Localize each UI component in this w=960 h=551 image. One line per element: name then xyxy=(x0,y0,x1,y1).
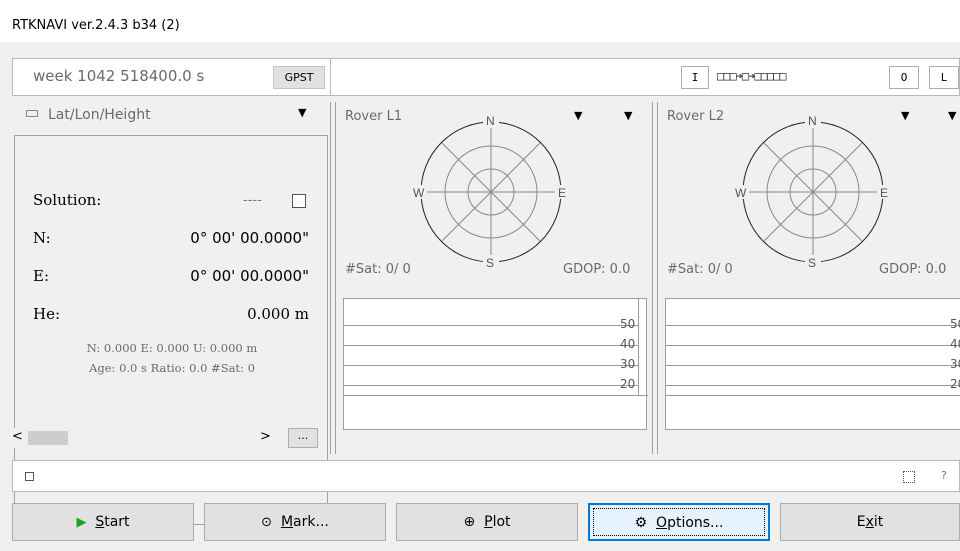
snr-tick-label: 50 xyxy=(620,317,636,331)
mark-button[interactable]: ⊙ Mark... xyxy=(204,503,386,541)
rover-l1-snr-chart: 50 40 30 20 xyxy=(343,298,648,430)
input-stream-button[interactable]: I xyxy=(681,66,709,89)
north-label: N: xyxy=(33,229,51,247)
compass-n-label: N xyxy=(808,114,817,128)
snr-tick-label: 20 xyxy=(620,377,636,391)
solution-type-label: Lat/Lon/Height xyxy=(48,107,151,123)
rover-l2-skyplot: N E S W xyxy=(735,114,891,270)
target-icon: ⊙ xyxy=(261,515,273,530)
rover-l2-nsat: #Sat: 0/ 0 xyxy=(667,262,733,277)
more-button[interactable]: ... xyxy=(288,428,318,448)
rover-l2-gdop: GDOP: 0.0 xyxy=(879,262,947,277)
plot-button[interactable]: ⊕ Plot xyxy=(396,503,578,541)
compass-s-label: S xyxy=(808,256,816,270)
rover-l2-type-dropdown-icon[interactable]: ▼ xyxy=(948,109,956,122)
rover-l2-snr-chart: 50 40 30 20 xyxy=(665,298,960,430)
east-value: 0° 00' 00.0000" xyxy=(190,267,309,285)
rover-l1-type-dropdown-icon[interactable]: ▼ xyxy=(624,109,632,122)
window-title: RTKNAVI ver.2.4.3 b34 (2) xyxy=(0,0,960,42)
time-display: week 1042 518400.0 s GPST xyxy=(13,59,331,95)
east-label: E: xyxy=(33,267,50,285)
age-line: Age: 0.0 s Ratio: 0.0 #Sat: 0 xyxy=(89,361,255,375)
status-bar: ? xyxy=(12,460,960,492)
log-stream-button[interactable]: L xyxy=(929,66,959,89)
snr-tick-label: 50 xyxy=(950,317,960,331)
help-icon[interactable]: ? xyxy=(941,469,947,482)
panel-toggle-icon[interactable] xyxy=(903,471,915,483)
compass-s-label: S xyxy=(486,256,494,270)
globe-icon: ⊕ xyxy=(463,514,476,530)
options-button[interactable]: ⚙ Options... xyxy=(588,503,770,541)
solution-status-value: ---- xyxy=(243,193,262,208)
snr-tick-label: 40 xyxy=(620,337,636,351)
rover-l1-skyplot: N E S W xyxy=(413,114,569,270)
rover-l2-panel: Rover L2 ▼ ▼ N E S W #Sat: 0/ 0 GDOP: 0.… xyxy=(652,102,960,454)
compass-w-label: W xyxy=(413,186,425,200)
snr-tick-label: 20 xyxy=(950,377,960,391)
scroll-right-icon[interactable]: > xyxy=(260,429,271,444)
rover-l1-nsat: #Sat: 0/ 0 xyxy=(345,262,411,277)
solution-panel: Lat/Lon/Height ▼ Solution: ---- N: 0° 00… xyxy=(12,102,328,525)
rover-l1-panel: Rover L1 ▼ ▼ N E S W #Sat: 0/ 0 GDOP: 0.… xyxy=(330,102,650,454)
snr-tick-label: 30 xyxy=(620,357,636,371)
scroll-left-icon[interactable]: < xyxy=(12,429,23,444)
output-stream-button[interactable]: O xyxy=(889,66,919,89)
list-icon xyxy=(26,110,38,117)
snr-tick-label: 30 xyxy=(950,357,960,371)
compass-e-label: E xyxy=(558,186,566,200)
rover-l1-gdop: GDOP: 0.0 xyxy=(563,262,631,277)
solution-type-selector[interactable]: Lat/Lon/Height ▼ xyxy=(12,102,328,130)
solution-checkbox[interactable] xyxy=(292,194,306,208)
time-text: week 1042 518400.0 s xyxy=(33,67,205,85)
stream-status-indicators: □□□➔□➔□□□□□ xyxy=(717,69,786,83)
height-value: 0.000 m xyxy=(247,305,309,323)
message-icon xyxy=(25,472,34,481)
compass-n-label: N xyxy=(486,114,495,128)
exit-button[interactable]: Exit xyxy=(780,503,960,541)
toolbar: week 1042 518400.0 s GPST I □□□➔□➔□□□□□ … xyxy=(12,58,960,96)
neu-line: N: 0.000 E: 0.000 U: 0.000 m xyxy=(86,341,258,355)
north-value: 0° 00' 00.0000" xyxy=(190,229,309,247)
horizontal-scrollbar[interactable]: < > xyxy=(12,428,288,448)
compass-e-label: E xyxy=(880,186,888,200)
snr-tick-label: 40 xyxy=(950,337,960,351)
start-button[interactable]: ▶ Start xyxy=(12,503,194,541)
play-icon: ▶ xyxy=(76,515,87,530)
dropdown-arrow-icon: ▼ xyxy=(298,106,307,119)
time-system-button[interactable]: GPST xyxy=(273,66,325,89)
scroll-thumb[interactable] xyxy=(28,431,68,445)
compass-w-label: W xyxy=(735,186,747,200)
height-label: He: xyxy=(33,305,61,323)
solution-label: Solution: xyxy=(33,191,102,209)
